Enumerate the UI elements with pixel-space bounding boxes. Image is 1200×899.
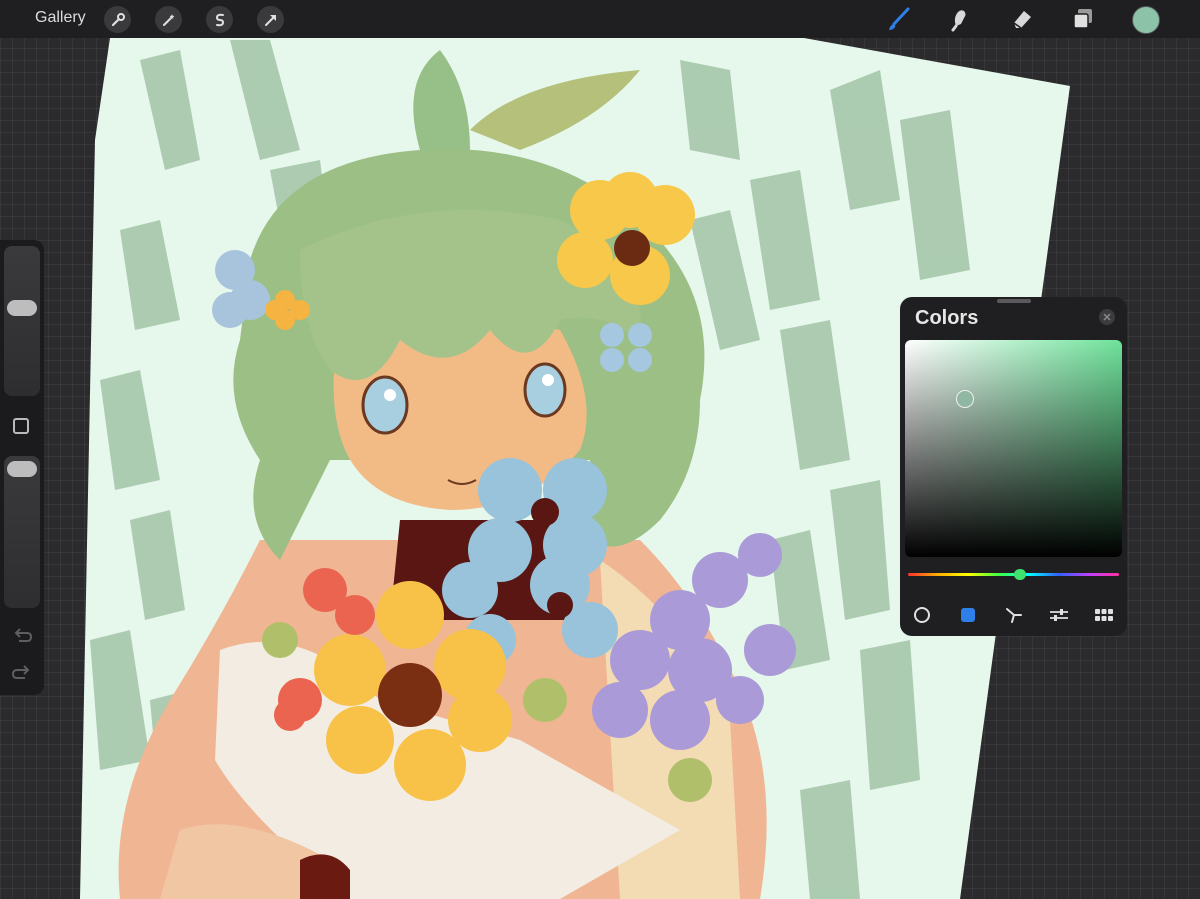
palettes-grid-icon bbox=[1095, 609, 1113, 621]
brush-size-thumb[interactable] bbox=[7, 300, 37, 316]
tab-palettes[interactable] bbox=[1090, 601, 1118, 629]
tab-harmony[interactable] bbox=[1000, 601, 1028, 629]
current-color-swatch[interactable] bbox=[1132, 6, 1160, 34]
panel-grabber[interactable] bbox=[997, 299, 1031, 303]
transform-arrow-icon bbox=[264, 14, 276, 26]
layers-icon bbox=[1073, 9, 1092, 29]
brush-tool-button[interactable] bbox=[885, 5, 913, 33]
left-sidebar bbox=[0, 240, 44, 695]
color-mode-tabs bbox=[900, 601, 1127, 629]
right-eye bbox=[523, 362, 567, 418]
modify-button[interactable] bbox=[13, 418, 29, 434]
value-sliders-icon bbox=[1050, 609, 1068, 621]
brush-size-slider[interactable] bbox=[4, 246, 40, 396]
undo-icon[interactable] bbox=[11, 625, 33, 647]
transform-button[interactable] bbox=[257, 6, 284, 33]
close-panel-button[interactable] bbox=[1099, 309, 1115, 325]
colors-panel: Colors bbox=[900, 297, 1127, 636]
layers-button[interactable] bbox=[1069, 5, 1097, 33]
tab-value[interactable] bbox=[1045, 601, 1073, 629]
color-picker-handle[interactable] bbox=[956, 390, 974, 408]
wrench-icon bbox=[111, 12, 125, 26]
selection-s-icon bbox=[215, 13, 224, 26]
classic-square-icon bbox=[961, 608, 975, 622]
left-eye bbox=[361, 375, 409, 435]
colors-title: Colors bbox=[915, 307, 979, 329]
saturation-value-picker[interactable] bbox=[905, 340, 1122, 557]
brush-icon bbox=[889, 7, 910, 30]
opacity-thumb[interactable] bbox=[7, 461, 37, 477]
tab-disc[interactable] bbox=[908, 601, 936, 629]
magic-wand-icon bbox=[162, 13, 174, 26]
opacity-slider[interactable] bbox=[4, 456, 40, 608]
redo-icon[interactable] bbox=[11, 662, 33, 684]
smudge-icon bbox=[951, 10, 966, 32]
top-toolbar: Gallery bbox=[0, 0, 1200, 38]
gallery-button[interactable]: Gallery bbox=[35, 9, 86, 27]
harmony-icon bbox=[1006, 608, 1022, 623]
selection-button[interactable] bbox=[206, 6, 233, 33]
eraser-tool-button[interactable] bbox=[1008, 5, 1036, 33]
close-icon bbox=[1103, 313, 1111, 321]
tab-classic[interactable] bbox=[954, 601, 982, 629]
adjustments-button[interactable] bbox=[155, 6, 182, 33]
eraser-icon bbox=[1013, 11, 1031, 29]
smudge-tool-button[interactable] bbox=[946, 5, 974, 33]
hue-slider-handle[interactable] bbox=[1014, 569, 1026, 580]
disc-icon bbox=[914, 607, 930, 623]
actions-button[interactable] bbox=[104, 6, 131, 33]
